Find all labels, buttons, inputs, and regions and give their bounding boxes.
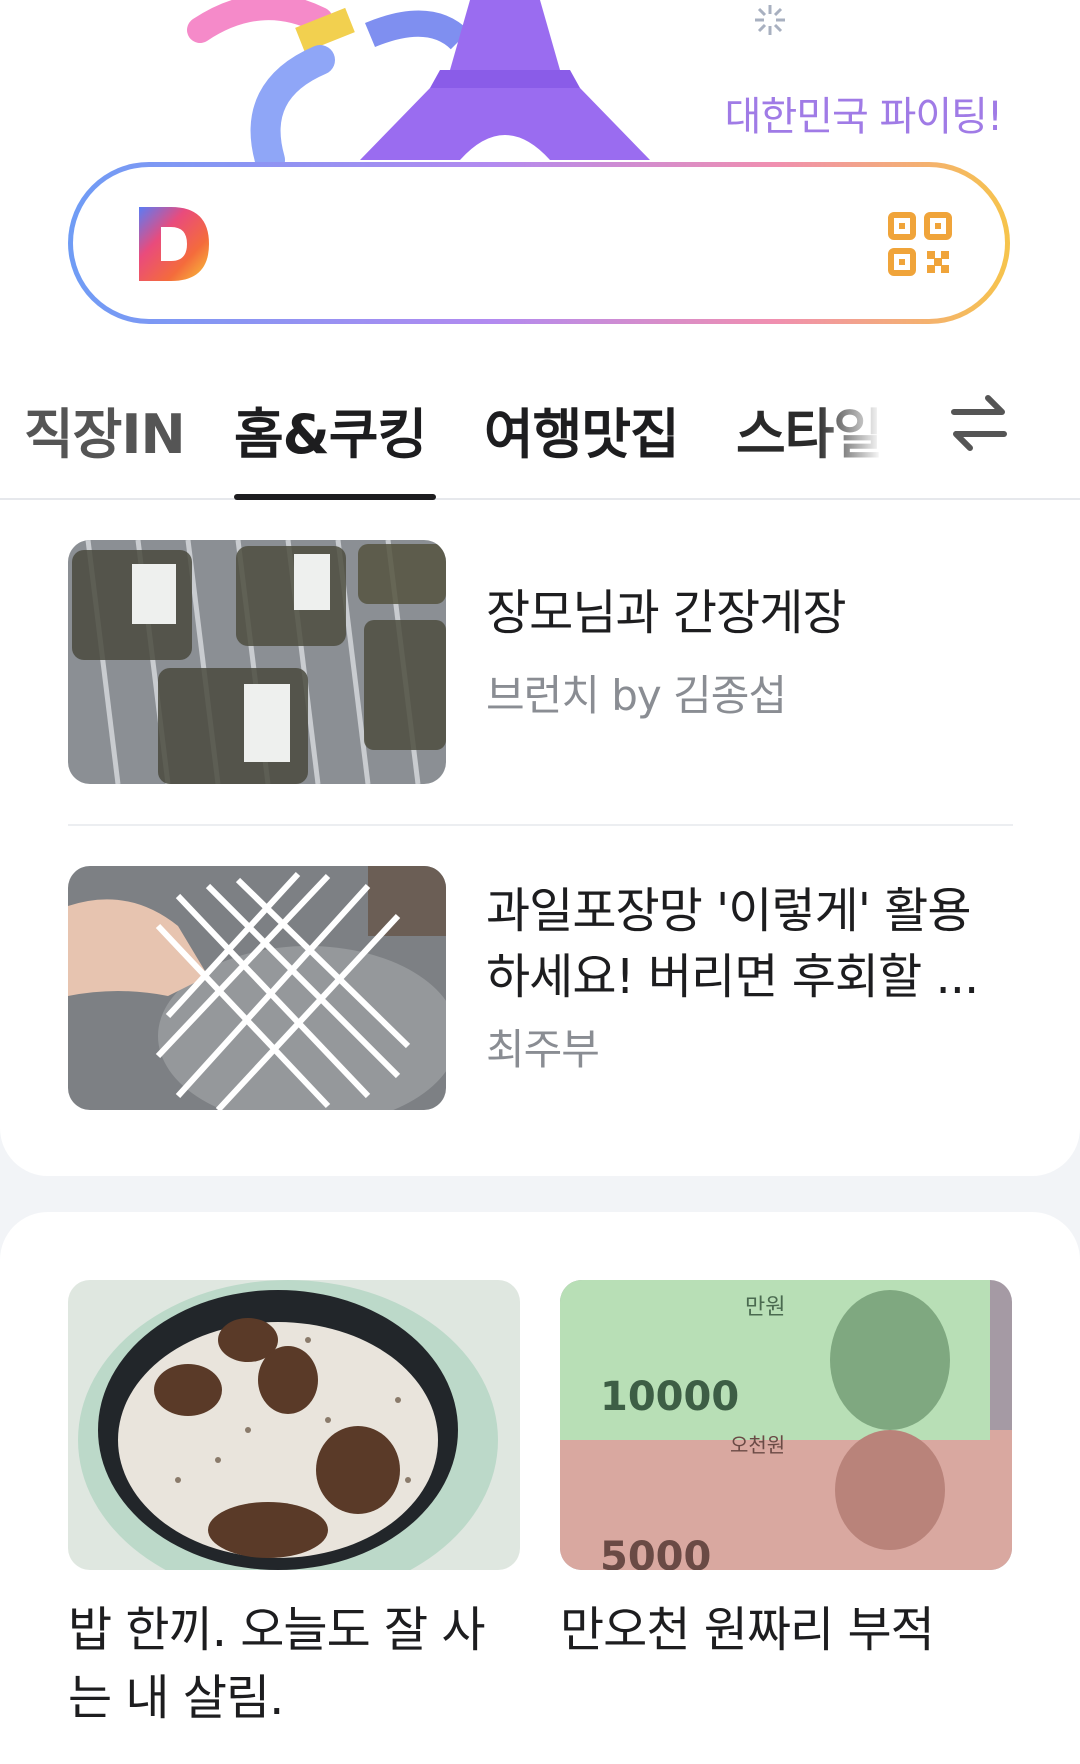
grid-item[interactable]: 10000 만원 오천원 5000 만오천 원짜리 부적 <box>560 1280 1012 1664</box>
item-source: 브런치 by 김종섭 <box>486 671 787 720</box>
banner-text: 대한민국 파이팅! <box>724 94 1003 140</box>
tab-home-cooking[interactable]: 홈&쿠킹 <box>234 390 427 469</box>
item-source: 최주부 <box>486 1025 600 1074</box>
qr-code-icon[interactable] <box>887 211 953 277</box>
fruit-net-thumbnail[interactable] <box>68 866 446 1110</box>
category-tabs: 직장IN 홈&쿠킹 여행맛집 스타일 <box>0 340 1080 500</box>
list-item[interactable]: 과일포장망 '이렇게' 활용 하세요! 버리면 후회할 ... 최주부 <box>68 866 1013 1110</box>
grid-item[interactable]: 밥 한끼. 오늘도 잘 사 는 내 살림. <box>68 1280 520 1732</box>
feed-card: 장모님과 간장게장 브런치 by 김종섭 과일포장망 '이렇게' 활용 하세요!… <box>0 500 1080 1176</box>
grid-title-line1: 밥 한끼. 오늘도 잘 사 <box>68 1602 486 1658</box>
list-divider <box>68 824 1013 826</box>
item-title[interactable]: 과일포장망 '이렇게' 활용 하세요! 버리면 후회할 ... <box>486 878 1016 1010</box>
app-root: 대한민국 파이팅! 직장IN 홈&쿠킹 여행맛집 스타일 장모님과 간장게장 브… <box>0 0 1080 1764</box>
banknotes-thumbnail[interactable]: 10000 만원 오천원 5000 <box>560 1280 1012 1570</box>
item-title[interactable]: 장모님과 간장게장 <box>486 580 1016 646</box>
daum-d-logo-icon[interactable] <box>135 203 213 285</box>
grid-card: 밥 한끼. 오늘도 잘 사 는 내 살림. 10000 만원 오천원 5000 <box>0 1212 1080 1764</box>
grid-item-title[interactable]: 밥 한끼. 오늘도 잘 사 는 내 살림. <box>68 1596 520 1732</box>
search-input[interactable] <box>73 167 1005 319</box>
tab-style[interactable]: 스타일 <box>736 390 883 469</box>
bill-10000-label: 만원 <box>745 1295 785 1320</box>
grid-title-line2: 는 내 살림. <box>68 1670 284 1726</box>
crab-thumbnail[interactable] <box>68 540 446 784</box>
grid-title-line1: 만오천 원짜리 부적 <box>560 1602 935 1658</box>
tab-travel-food[interactable]: 여행맛집 <box>484 390 680 469</box>
grid-item-title[interactable]: 만오천 원짜리 부적 <box>560 1596 1012 1664</box>
rice-cooker-thumbnail[interactable] <box>68 1280 520 1570</box>
bill-5000-number: 5000 <box>600 1534 711 1570</box>
swap-arrows-icon[interactable] <box>946 390 1012 456</box>
item-title-line2: 하세요! 버리면 후회할 ... <box>486 949 979 1005</box>
search-bar[interactable] <box>68 162 1010 324</box>
bill-5000-label: 오천원 <box>730 1433 785 1457</box>
bill-10000-number: 10000 <box>600 1374 739 1420</box>
sparkle-icon <box>755 5 785 35</box>
item-title-line1: 과일포장망 '이렇게' 활용 <box>486 883 972 939</box>
list-item[interactable]: 장모님과 간장게장 브런치 by 김종섭 <box>68 540 1013 784</box>
tab-jobs[interactable]: 직장IN <box>24 390 186 469</box>
